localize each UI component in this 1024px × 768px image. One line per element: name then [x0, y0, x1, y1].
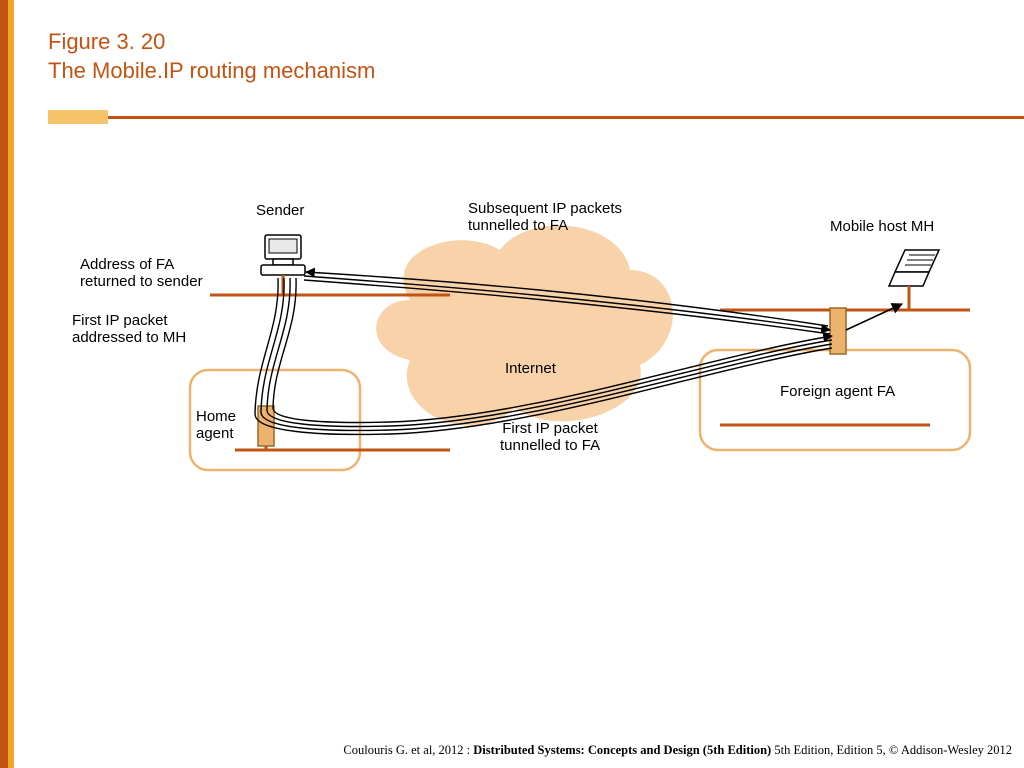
label-internet: Internet: [505, 360, 556, 377]
label-subsequent-tunnel: Subsequent IP packets tunnelled to FA: [468, 200, 622, 235]
left-stripe-gold: [8, 0, 14, 768]
sender-icon: [261, 235, 305, 295]
left-stripe-orange: [0, 0, 8, 768]
citation-post: 5th Edition, Edition 5, © Addison-Wesley…: [771, 743, 1012, 757]
label-mobile-host: Mobile host MH: [830, 218, 934, 235]
citation-pre: Coulouris G. et al, 2012 :: [343, 743, 473, 757]
label-first-to-mh-l2: addressed to MH: [72, 329, 186, 346]
foreign-agent-node: [830, 308, 846, 354]
heading-rule: [48, 116, 1024, 119]
label-first-to-mh: First IP packet addressed to MH: [72, 312, 186, 347]
diagram-svg: [60, 190, 980, 510]
label-address-fa: Address of FA returned to sender: [80, 256, 203, 291]
label-address-fa-l2: returned to sender: [80, 273, 203, 290]
label-sender: Sender: [256, 202, 304, 219]
figure-number: Figure 3. 20: [48, 28, 375, 57]
citation-footer: Coulouris G. et al, 2012 : Distributed S…: [0, 743, 1012, 758]
label-first-tunnel-l2: tunnelled to FA: [500, 437, 600, 454]
label-subsequent-tunnel-l1: Subsequent IP packets: [468, 200, 622, 217]
label-home-agent-l1: Home: [196, 408, 236, 425]
mobile-ip-diagram: Sender Subsequent IP packets tunnelled t…: [60, 190, 980, 510]
figure-heading: Figure 3. 20 The Mobile.IP routing mecha…: [48, 28, 375, 85]
fa-to-mh-arrow: [846, 304, 902, 330]
mobile-host-icon: [889, 250, 939, 310]
label-address-fa-l1: Address of FA: [80, 256, 203, 273]
label-first-tunnel-l1: First IP packet: [500, 420, 600, 437]
label-foreign-agent: Foreign agent FA: [780, 383, 895, 400]
label-first-tunnel: First IP packet tunnelled to FA: [500, 420, 600, 455]
figure-title: The Mobile.IP routing mechanism: [48, 57, 375, 86]
label-subsequent-tunnel-l2: tunnelled to FA: [468, 217, 622, 234]
citation-bold: Distributed Systems: Concepts and Design…: [473, 743, 771, 757]
internet-cloud: [376, 225, 673, 425]
heading-rule-chip: [48, 110, 108, 124]
label-home-agent-l2: agent: [196, 425, 236, 442]
label-first-to-mh-l1: First IP packet: [72, 312, 186, 329]
label-home-agent: Home agent: [196, 408, 236, 443]
